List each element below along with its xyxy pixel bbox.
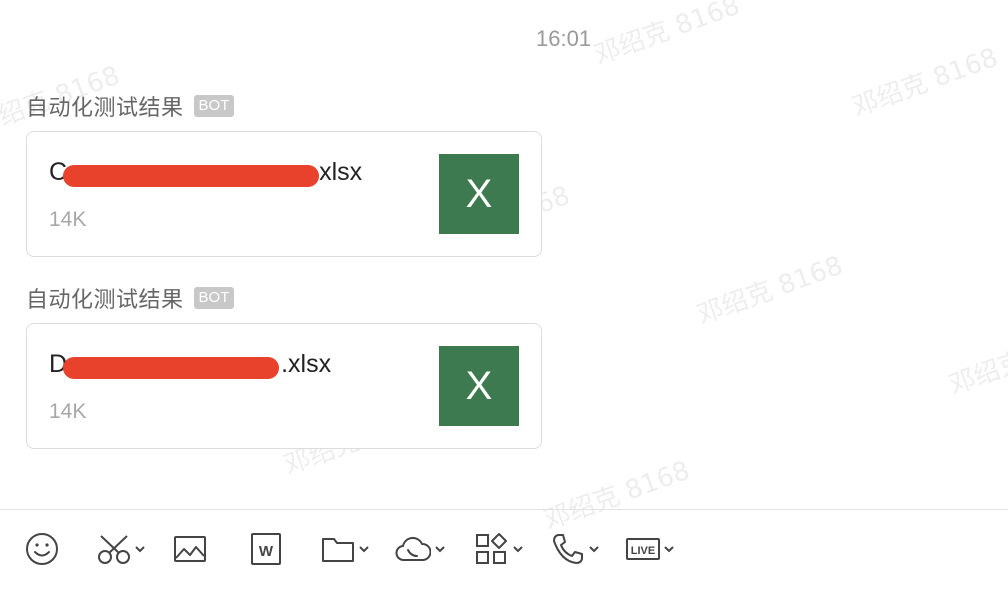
cloud-button[interactable] (395, 532, 446, 566)
excel-file-icon: X (439, 346, 519, 426)
chevron-down-icon[interactable] (434, 544, 446, 554)
input-toolbar: W LIVE (0, 509, 1008, 612)
call-button[interactable] (551, 532, 600, 566)
live-icon: LIVE (626, 532, 660, 566)
file-size: 14K (49, 208, 87, 231)
redaction-mark (63, 357, 279, 379)
chevron-down-icon[interactable] (134, 544, 146, 554)
file-name: Cxlsx (49, 158, 362, 187)
file-name-suffix: xlsx (319, 158, 363, 186)
folder-icon (321, 532, 355, 566)
live-button[interactable]: LIVE (626, 532, 675, 566)
sender-name[interactable]: 自动化测试结果 (26, 90, 184, 122)
watermark: 邓绍克 8168 (590, 0, 744, 72)
chat-message: 自动化测试结果 BOT D .xlsx 14K X (26, 284, 542, 449)
scissors-icon (97, 532, 131, 566)
sender-row: 自动化测试结果 BOT (26, 92, 542, 120)
message-timestamp: 16:01 (536, 26, 592, 51)
watermark: 邓绍克 8168 (848, 42, 1002, 124)
sender-name[interactable]: 自动化测试结果 (26, 282, 184, 314)
phone-icon (551, 532, 585, 566)
sender-row: 自动化测试结果 BOT (26, 284, 542, 312)
image-icon (173, 532, 207, 566)
chevron-down-icon[interactable] (358, 544, 370, 554)
file-name: D .xlsx (49, 350, 331, 379)
screenshot-button[interactable] (97, 532, 146, 566)
chevron-down-icon[interactable] (512, 544, 524, 554)
watermark: 邓绍克 8168 (945, 321, 1008, 402)
emoji-icon (25, 532, 59, 566)
file-name-suffix: .xlsx (281, 350, 332, 378)
apps-icon (475, 532, 509, 566)
chat-message: 自动化测试结果 BOT Cxlsx 14K X (26, 92, 542, 257)
folder-button[interactable] (321, 532, 370, 566)
redaction-mark (63, 165, 319, 187)
excel-file-icon: X (439, 154, 519, 234)
bot-badge: BOT (193, 287, 235, 309)
document-button[interactable]: W (250, 532, 282, 566)
file-size: 14K (49, 400, 87, 423)
bot-badge: BOT (193, 95, 235, 117)
chevron-down-icon[interactable] (588, 544, 600, 554)
apps-button[interactable] (475, 532, 524, 566)
watermark: 邓绍克 8168 (693, 250, 847, 332)
svg-text:W: W (259, 543, 274, 560)
file-card[interactable]: Cxlsx 14K X (26, 131, 542, 257)
cloud-icon (395, 532, 431, 566)
file-card[interactable]: D .xlsx 14K X (26, 323, 542, 449)
chevron-down-icon[interactable] (663, 544, 675, 554)
word-doc-icon: W (250, 532, 282, 566)
chat-window: 邓绍克 8168 邓绍克 8168 邓绍克 8168 邓绍克 8168 邓绍克 … (0, 0, 1008, 612)
image-button[interactable] (173, 532, 207, 566)
svg-text:LIVE: LIVE (631, 545, 655, 557)
emoji-button[interactable] (25, 532, 59, 566)
